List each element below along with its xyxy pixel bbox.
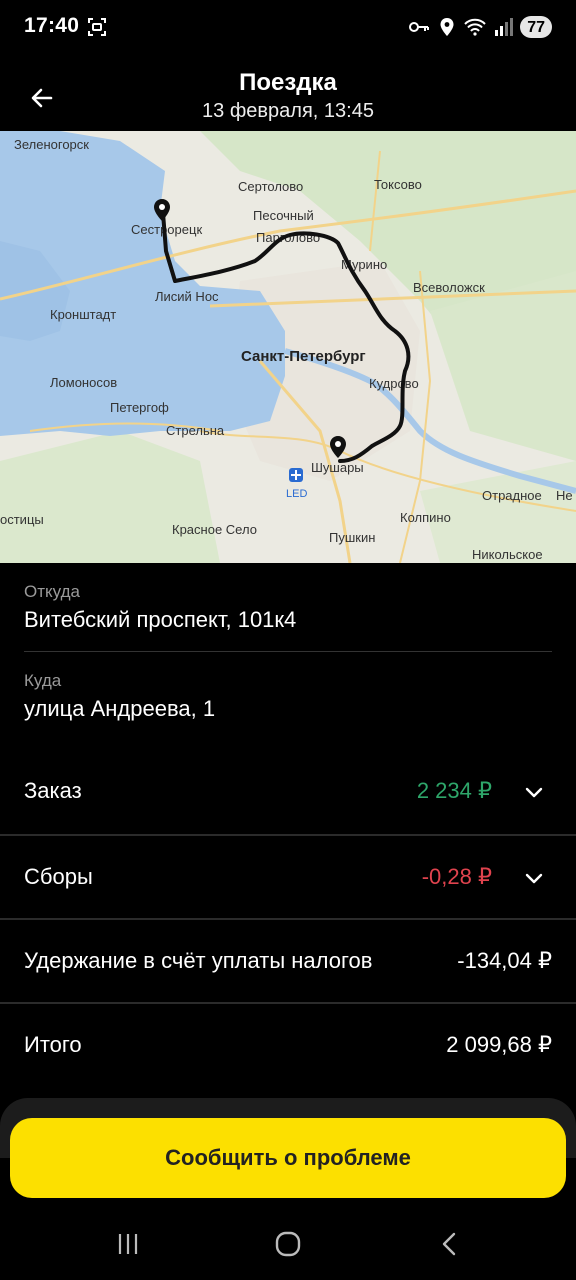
back-nav-icon	[442, 1232, 456, 1256]
report-problem-button[interactable]: Сообщить о проблеме	[10, 1118, 566, 1198]
fees-amount: -0,28 ₽	[421, 864, 492, 889]
payment-breakdown: Заказ 2 234 ₽ Сборы -0,28 ₽ Удержание в …	[0, 750, 576, 1088]
status-icons: 77	[408, 14, 552, 40]
from-label: Откуда	[24, 582, 80, 601]
signal-icon	[495, 18, 514, 36]
map-label-sertolovo: Сертолово	[238, 179, 303, 194]
order-label: Заказ	[24, 778, 82, 803]
map-label-lomonosov: Ломоносов	[50, 375, 117, 390]
home-icon	[275, 1231, 301, 1257]
map-label-otradnoe: Отрадное	[482, 488, 542, 503]
from-address: Витебский проспект, 101к4	[24, 607, 297, 632]
tax-row: Удержание в счёт уплаты налогов -134,04 …	[0, 920, 576, 1004]
map-label-nevsky: Не	[556, 488, 573, 503]
map-label-vsevolozhsk: Всеволожск	[413, 280, 485, 295]
fees-label: Сборы	[24, 864, 93, 889]
trip-date: 13 февраля, 13:45	[202, 100, 374, 122]
spacer	[0, 740, 576, 750]
wifi-icon	[464, 18, 486, 36]
recent-apps-button[interactable]	[108, 1228, 148, 1260]
location-icon	[440, 18, 454, 36]
map-label-pushkin: Пушкин	[329, 530, 375, 545]
map-label-pesochny: Песочный	[253, 208, 314, 223]
order-row[interactable]: Заказ 2 234 ₽	[0, 750, 576, 834]
battery-icon: 77	[520, 16, 552, 38]
map-label-spb: Санкт-Петербург	[241, 348, 366, 365]
page-title: Поездка	[239, 69, 337, 96]
status-time: 17:40	[24, 14, 80, 37]
to-label: Куда	[24, 671, 62, 690]
to-address: улица Андреева, 1	[24, 696, 216, 721]
nav-back-button[interactable]	[430, 1228, 470, 1260]
app-header: Поездка 13 февраля, 13:45	[0, 56, 576, 132]
map-label-ostitsy: остицы	[0, 512, 44, 527]
map-label-shushary: Шушары	[311, 460, 364, 475]
map-label-nikolskoe: Никольское	[472, 547, 543, 562]
status-bar: 17:40 77	[0, 0, 576, 54]
total-row: Итого 2 099,68 ₽	[0, 1004, 576, 1088]
chevron-down-icon[interactable]	[522, 780, 546, 804]
recent-apps-icon	[118, 1234, 138, 1254]
airport-icon	[289, 468, 303, 482]
divider	[24, 651, 552, 652]
map-label-kolpino: Колпино	[400, 510, 451, 525]
map-label-strelna: Стрельна	[166, 423, 225, 438]
tax-amount: -134,04 ₽	[457, 948, 552, 973]
chevron-down-icon[interactable]	[522, 866, 546, 890]
map-label-kronshtadt: Кронштадт	[50, 307, 116, 322]
map-label-led: LED	[286, 488, 307, 500]
total-label: Итого	[24, 1032, 82, 1057]
map-label-lisiy-nos: Лисий Нос	[155, 289, 219, 304]
order-amount: 2 234 ₽	[416, 778, 492, 803]
vpn-key-icon	[409, 22, 430, 32]
map-label-krasnoe-selo: Красное Село	[172, 522, 257, 537]
route-addresses: Откуда Витебский проспект, 101к4 Куда ул…	[0, 563, 576, 740]
total-amount: 2 099,68 ₽	[446, 1032, 552, 1057]
home-button[interactable]	[268, 1228, 308, 1260]
map-label-petergof: Петергоф	[110, 400, 169, 415]
system-nav-bar	[0, 1210, 576, 1280]
map-label-kudrovo: Кудрово	[369, 376, 419, 391]
map-label-toksovo: Токсово	[374, 177, 422, 192]
map-label-zelenogorsk: Зеленогорск	[14, 137, 89, 152]
fees-row[interactable]: Сборы -0,28 ₽	[0, 836, 576, 920]
route-map[interactable]: Зеленогорск Сертолово Токсово Сестрорецк…	[0, 131, 576, 563]
tax-label: Удержание в счёт уплаты налогов	[24, 948, 373, 973]
screen-record-icon	[88, 18, 106, 36]
